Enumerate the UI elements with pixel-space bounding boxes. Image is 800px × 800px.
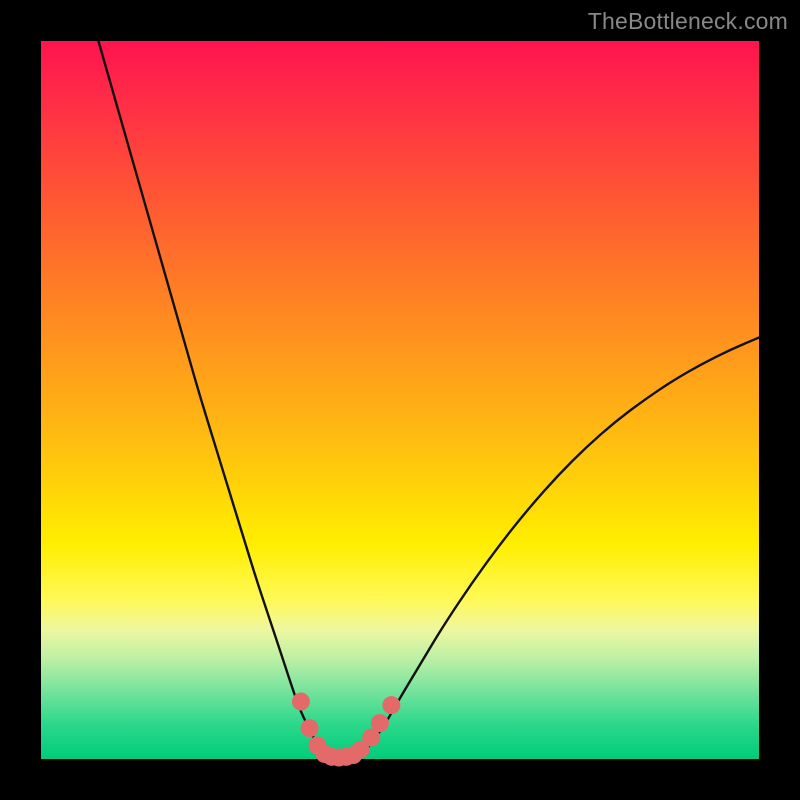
valley-dots-group: [292, 693, 400, 767]
curves-group: [98, 41, 759, 759]
watermark-text: TheBottleneck.com: [588, 8, 788, 35]
curve-left-curve: [98, 41, 328, 759]
valley-dot: [382, 696, 400, 714]
valley-dot: [301, 719, 319, 737]
chart-svg: [0, 0, 800, 800]
curve-right-curve: [357, 338, 759, 759]
valley-dot: [371, 714, 389, 732]
chart-frame: TheBottleneck.com: [0, 0, 800, 800]
valley-dot: [292, 693, 310, 711]
